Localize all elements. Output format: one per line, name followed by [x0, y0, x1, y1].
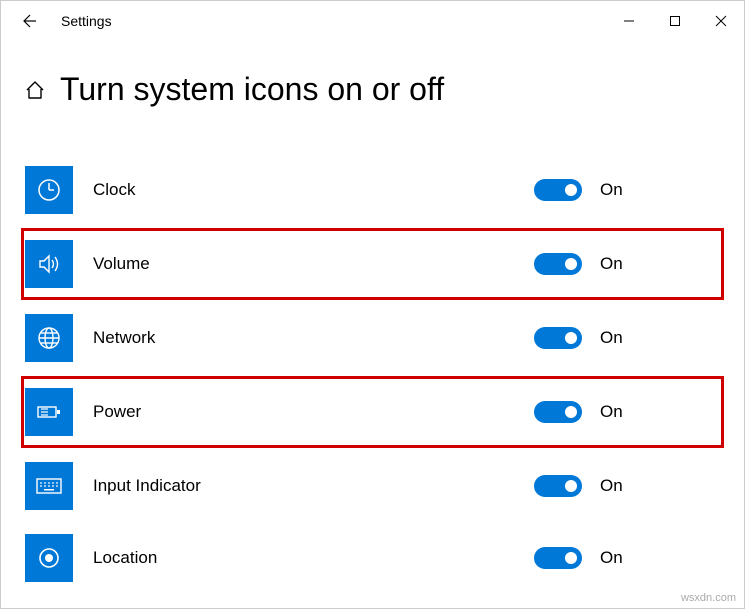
content: Turn system icons on or off Clock On — [1, 41, 744, 594]
close-icon — [715, 15, 727, 27]
power-icon — [35, 401, 63, 423]
home-icon — [24, 79, 46, 101]
icon-tile — [25, 534, 73, 582]
toggle-location[interactable] — [534, 547, 582, 569]
toggle-knob — [565, 332, 577, 344]
setting-row-network: Network On — [21, 302, 724, 374]
toggle-wrapper: On — [534, 475, 630, 497]
setting-row-volume: Volume On — [21, 228, 724, 300]
setting-label: Network — [93, 328, 534, 348]
setting-label: Location — [93, 548, 534, 568]
toggle-wrapper: On — [534, 253, 630, 275]
toggle-input-indicator[interactable] — [534, 475, 582, 497]
setting-row-input-indicator: Input Indicator On — [21, 450, 724, 522]
window-controls — [606, 6, 744, 36]
titlebar: Settings — [1, 1, 744, 41]
toggle-wrapper: On — [534, 179, 630, 201]
toggle-wrapper: On — [534, 547, 630, 569]
setting-label: Clock — [93, 180, 534, 200]
toggle-state: On — [600, 328, 630, 348]
icon-tile — [25, 388, 73, 436]
toggle-state: On — [600, 180, 630, 200]
setting-row-power: Power On — [21, 376, 724, 448]
watermark: wsxdn.com — [681, 592, 736, 604]
clock-icon — [36, 177, 62, 203]
toggle-knob — [565, 258, 577, 270]
maximize-icon — [669, 15, 681, 27]
minimize-icon — [623, 15, 635, 27]
back-arrow-icon — [19, 12, 37, 30]
toggle-knob — [565, 552, 577, 564]
toggle-state: On — [600, 254, 630, 274]
page-title: Turn system icons on or off — [60, 71, 444, 108]
toggle-wrapper: On — [534, 401, 630, 423]
network-icon — [36, 325, 62, 351]
setting-label: Volume — [93, 254, 534, 274]
minimize-button[interactable] — [606, 6, 652, 36]
toggle-volume[interactable] — [534, 253, 582, 275]
toggle-knob — [565, 406, 577, 418]
toggle-power[interactable] — [534, 401, 582, 423]
titlebar-left: Settings — [1, 12, 112, 30]
toggle-state: On — [600, 548, 630, 568]
setting-row-clock: Clock On — [21, 154, 724, 226]
icon-tile — [25, 462, 73, 510]
toggle-state: On — [600, 476, 630, 496]
setting-label: Input Indicator — [93, 476, 534, 496]
icon-tile — [25, 314, 73, 362]
location-icon — [36, 545, 62, 571]
keyboard-icon — [35, 475, 63, 497]
volume-icon — [36, 251, 62, 277]
icon-tile — [25, 166, 73, 214]
setting-row-location: Location On — [21, 522, 724, 594]
toggle-knob — [565, 184, 577, 196]
window-title: Settings — [61, 13, 112, 29]
page-header: Turn system icons on or off — [21, 71, 724, 108]
icon-tile — [25, 240, 73, 288]
maximize-button[interactable] — [652, 6, 698, 36]
settings-list: Clock On Volume On — [21, 154, 724, 594]
toggle-wrapper: On — [534, 327, 630, 349]
back-button[interactable] — [19, 12, 37, 30]
close-button[interactable] — [698, 6, 744, 36]
setting-label: Power — [93, 402, 534, 422]
home-button[interactable] — [24, 79, 46, 101]
toggle-knob — [565, 480, 577, 492]
toggle-state: On — [600, 402, 630, 422]
toggle-network[interactable] — [534, 327, 582, 349]
toggle-clock[interactable] — [534, 179, 582, 201]
